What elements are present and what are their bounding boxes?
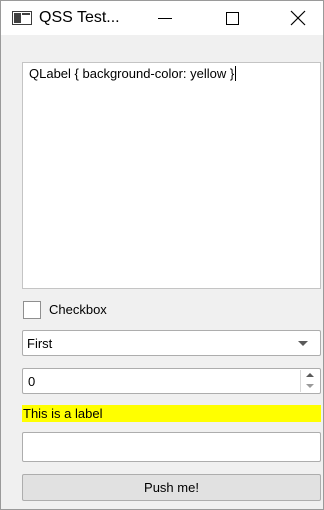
push-button[interactable]: Push me! xyxy=(22,474,321,501)
window-app-icon xyxy=(12,11,32,25)
spin-up-icon xyxy=(306,373,314,377)
window-title: QSS Test... xyxy=(39,9,120,26)
spin-up-button[interactable] xyxy=(301,370,319,381)
line-edit[interactable] xyxy=(22,432,321,462)
spin-box[interactable]: 0 xyxy=(22,368,321,394)
chevron-down-icon[interactable] xyxy=(298,341,308,346)
close-button[interactable] xyxy=(277,1,323,35)
title-bar[interactable]: QSS Test... xyxy=(1,1,323,35)
minimize-icon xyxy=(158,18,172,19)
combo-box[interactable]: First xyxy=(22,330,321,356)
maximize-icon xyxy=(226,12,239,25)
spin-buttons xyxy=(300,370,319,392)
minimize-button[interactable] xyxy=(141,1,187,35)
styled-label: This is a label xyxy=(22,405,321,422)
text-caret xyxy=(235,66,237,81)
spin-down-icon xyxy=(306,384,314,388)
editor-text: QLabel { background-color: yellow } xyxy=(29,66,235,81)
spin-value[interactable]: 0 xyxy=(28,374,35,389)
stylesheet-text-editor[interactable]: QLabel { background-color: yellow } xyxy=(22,62,321,289)
main-window: QSS Test... QLabel { background-color: y… xyxy=(0,0,324,510)
combo-selected-value: First xyxy=(27,336,53,351)
close-icon xyxy=(290,10,306,26)
maximize-button[interactable] xyxy=(211,1,257,35)
spin-down-button[interactable] xyxy=(301,381,319,392)
checkbox[interactable] xyxy=(23,301,41,319)
checkbox-label[interactable]: Checkbox xyxy=(49,302,107,317)
